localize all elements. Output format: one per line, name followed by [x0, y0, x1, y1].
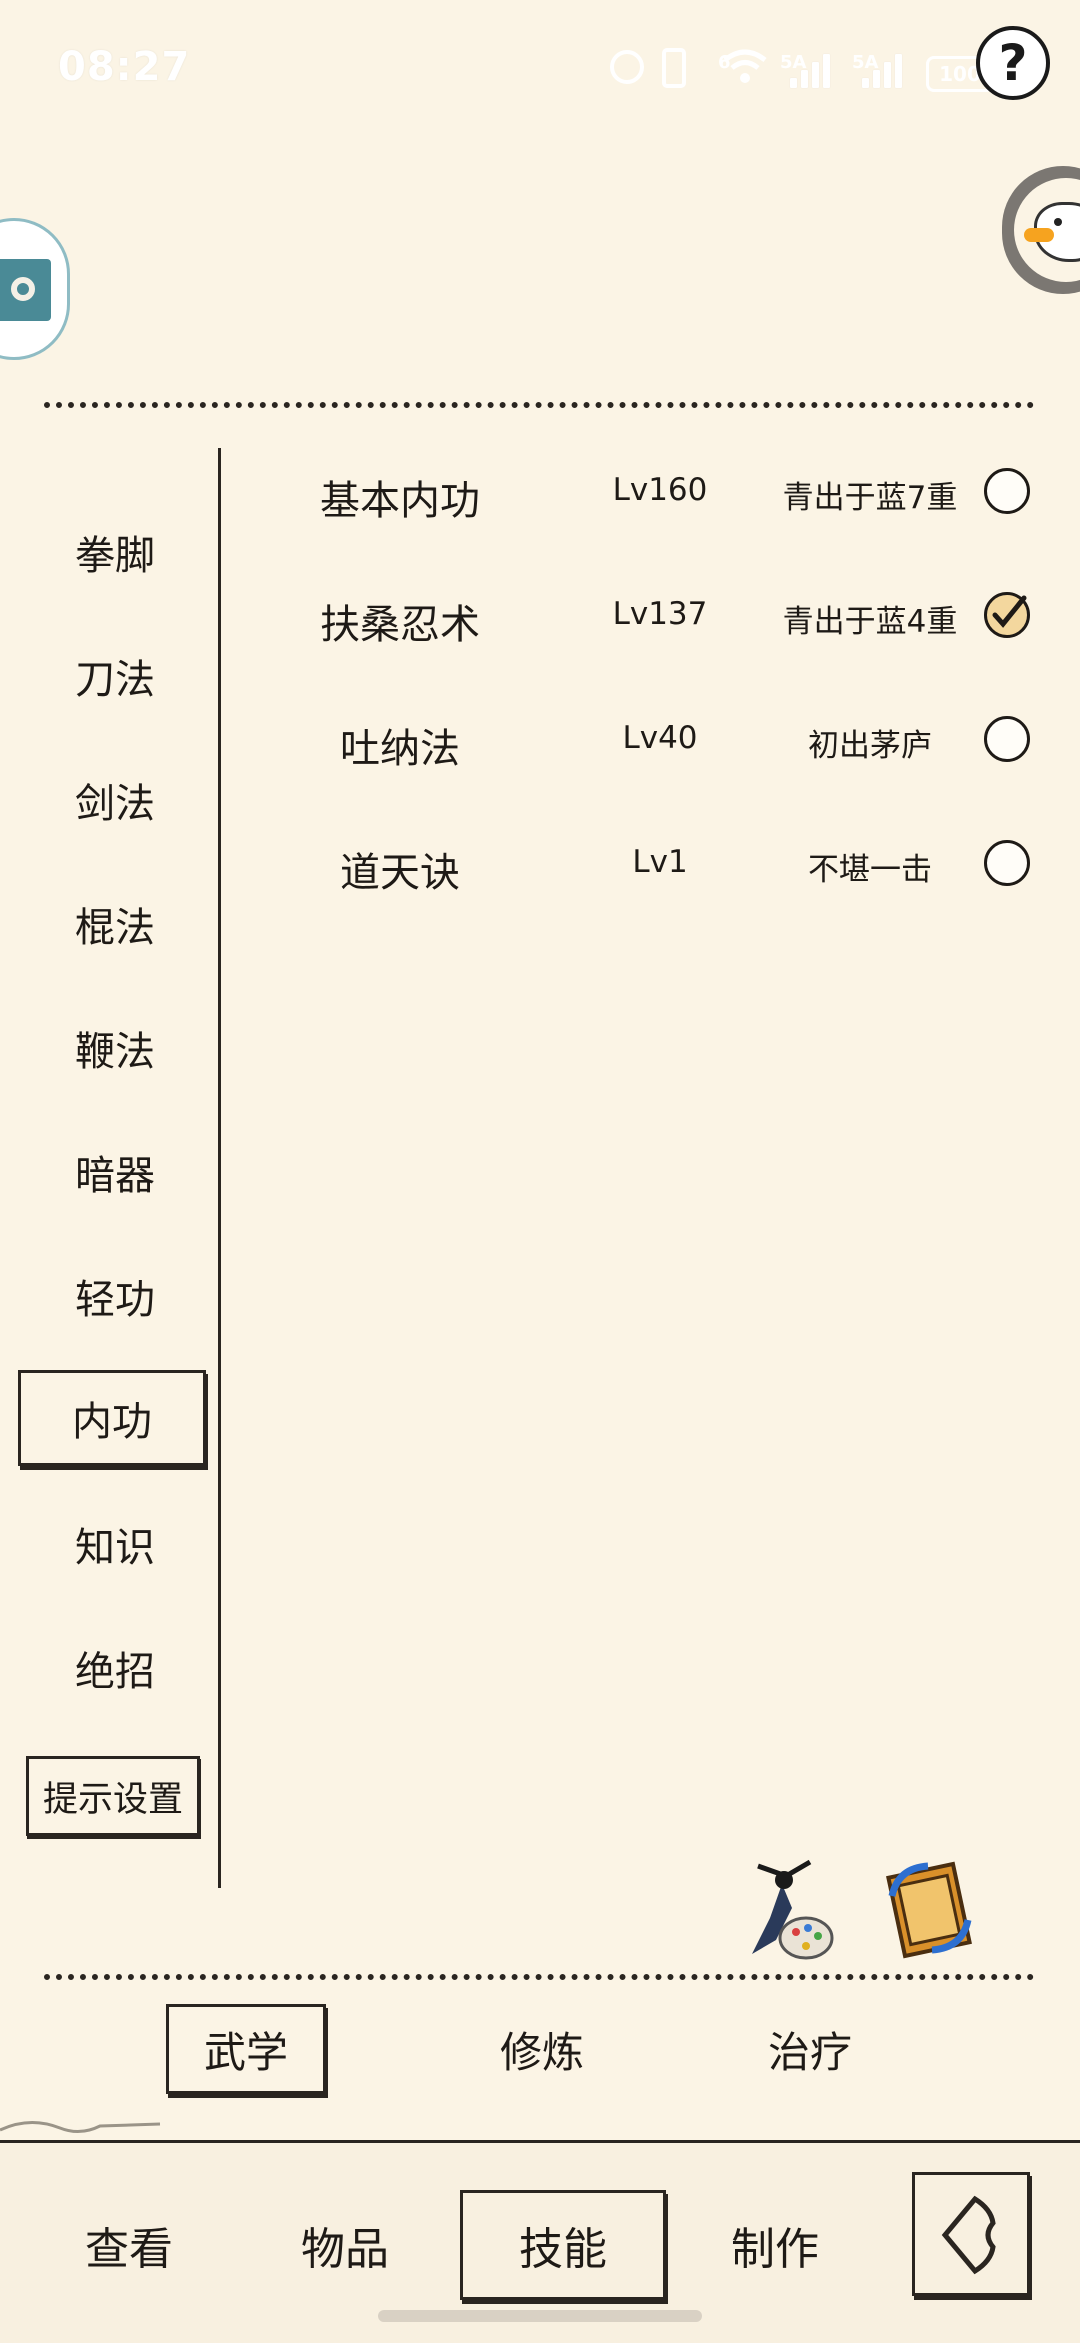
game-logo-icon	[0, 259, 51, 321]
home-indicator[interactable]	[378, 2310, 702, 2322]
skill-rank: 青出于蓝7重	[782, 480, 958, 516]
book-swap-button[interactable]	[878, 1856, 982, 1960]
category-anqi[interactable]: 暗器	[30, 1128, 200, 1216]
duck-avatar-icon	[1014, 178, 1080, 282]
category-juezhao[interactable]: 绝招	[30, 1624, 200, 1712]
skill-select-radio[interactable]	[984, 840, 1030, 886]
divider-top	[44, 402, 1034, 408]
divider-bottom	[44, 1974, 1034, 1980]
skill-rank: 青出于蓝4重	[782, 604, 958, 640]
category-bianfa[interactable]: 鞭法	[30, 1004, 200, 1092]
help-button[interactable]: ?	[976, 26, 1050, 100]
category-qinggong[interactable]: 轻功	[30, 1252, 200, 1340]
net-a-label: 6	[718, 52, 731, 73]
category-zhishi[interactable]: 知识	[30, 1500, 200, 1588]
skill-select-radio[interactable]	[984, 716, 1030, 762]
book-swap-icon	[886, 1861, 972, 1959]
skill-name: 扶桑忍术	[320, 602, 480, 648]
skill-select-radio[interactable]	[984, 592, 1030, 638]
back-arrow-icon	[941, 2195, 996, 2275]
nav-items[interactable]: 物品	[270, 2190, 420, 2300]
skill-name: 基本内功	[320, 478, 480, 524]
duck-avatar-float[interactable]	[1002, 166, 1080, 294]
tab-zhiliao[interactable]: 治疗	[730, 2004, 890, 2094]
skill-name: 吐纳法	[340, 726, 460, 772]
skill-row[interactable]: 吐纳法 Lv40 初出茅庐	[240, 696, 1060, 786]
category-neigong[interactable]: 内功	[18, 1370, 206, 1466]
skill-name: 道天诀	[340, 850, 460, 896]
status-time: 08:27	[58, 44, 191, 90]
tab-xiulian[interactable]: 修炼	[462, 2004, 622, 2094]
vibrate-icon	[662, 48, 686, 88]
category-jianfa[interactable]: 剑法	[30, 756, 200, 844]
checkmark-icon	[992, 595, 1027, 628]
tab-wuxue[interactable]: 武学	[166, 2004, 326, 2094]
skill-row[interactable]: 道天诀 Lv1 不堪一击	[240, 820, 1060, 910]
category-gunfa[interactable]: 棍法	[30, 880, 200, 968]
skill-row[interactable]: 扶桑忍术 Lv137 青出于蓝4重	[240, 572, 1060, 662]
warrior-palette-icon	[752, 1859, 834, 1960]
nav-craft[interactable]: 制作	[700, 2190, 850, 2300]
skill-rank: 不堪一击	[808, 852, 932, 888]
battery-level: 100	[939, 62, 981, 86]
nav-view[interactable]: 查看	[54, 2190, 204, 2300]
question-mark-icon: ?	[998, 34, 1028, 92]
game-logo-float[interactable]	[0, 218, 70, 360]
sidebar-divider	[218, 448, 221, 1888]
category-quanjiao[interactable]: 拳脚	[30, 508, 200, 596]
skill-rank: 初出茅庐	[808, 728, 932, 764]
back-button[interactable]	[912, 2172, 1030, 2296]
skill-row[interactable]: 基本内功 Lv160 青出于蓝7重	[240, 448, 1060, 538]
nav-skills[interactable]: 技能	[460, 2190, 666, 2300]
skill-select-radio[interactable]	[984, 468, 1030, 514]
signal-icon-2	[862, 48, 902, 88]
alarm-icon	[610, 50, 644, 84]
category-daofa[interactable]: 刀法	[30, 632, 200, 720]
hint-settings-button[interactable]: 提示设置	[26, 1756, 200, 1836]
warrior-palette-button[interactable]	[740, 1858, 844, 1962]
signal-icon-1	[790, 48, 830, 88]
